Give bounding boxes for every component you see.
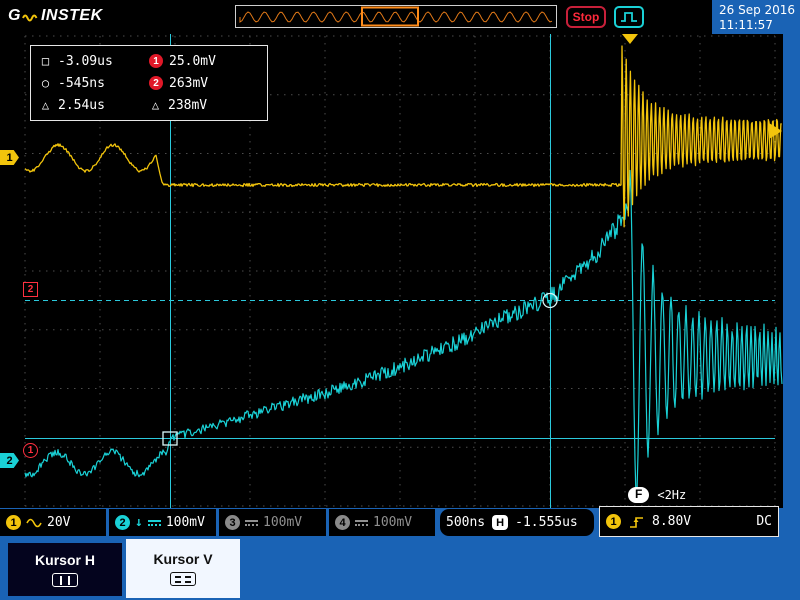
ch1-status[interactable]: 1 20V <box>0 509 106 536</box>
dc-coupling-icon <box>148 520 161 526</box>
cursor-v1-value: 25.0mV <box>169 54 216 69</box>
stop-label: Stop <box>573 10 600 24</box>
trigger-mode-icon <box>614 6 644 28</box>
voltage-cursor2-label: 2 <box>28 284 34 295</box>
run-stop-indicator: Stop <box>566 6 606 28</box>
trigger-source-badge: 1 <box>606 514 621 529</box>
cursor-h1-readout: □ -3.09us <box>39 52 149 70</box>
horizontal-badge: H <box>492 515 508 530</box>
cursor-v2-readout: 2 263mV <box>149 74 259 92</box>
cursor-v1-readout: 1 25.0mV <box>149 52 259 70</box>
trigger-frequency-readout: F <2Hz <box>628 487 686 503</box>
ch1-badge: 1 <box>6 515 21 530</box>
trigger-status[interactable]: 1 8.80V DC <box>599 506 779 537</box>
ch2-scale: 100mV <box>166 515 205 530</box>
brand-letter-g: G <box>8 7 21 25</box>
softkey-kursor-h[interactable]: Kursor H <box>8 543 122 596</box>
cursor1-badge: 1 <box>149 54 163 68</box>
dc-coupling-icon <box>355 520 368 526</box>
delta-icon: △ <box>149 98 162 112</box>
square-cursor-icon: □ <box>39 54 52 68</box>
ch3-scale: 100mV <box>263 515 302 530</box>
cursor-readout-panel: □ -3.09us 1 25.0mV ○ -545ns 2 263mV △ 2.… <box>30 45 268 121</box>
acquisition-memory-preview <box>235 5 557 28</box>
ch2-badge: 2 <box>115 515 130 530</box>
rising-edge-trigger-icon <box>628 514 645 530</box>
v-cursors-icon <box>170 572 196 586</box>
brand-name: INSTEK <box>41 7 103 25</box>
dc-coupling-icon <box>245 520 258 526</box>
circle-cursor-icon: ○ <box>39 76 52 90</box>
ac-coupling-icon <box>26 518 42 528</box>
voltage-cursor1-label: 1 <box>28 445 34 456</box>
pulse-icon <box>619 10 639 24</box>
ch3-status[interactable]: 3 100mV <box>219 509 326 536</box>
softkey-kursor-v[interactable]: Kursor V <box>126 539 240 598</box>
horizontal-offset: -1.555us <box>515 515 578 530</box>
ch2-status[interactable]: 2 ↓ 100mV <box>109 509 216 536</box>
top-status-bar: G INSTEK Stop <box>0 0 712 34</box>
ch1-marker-label: 1 <box>6 152 12 164</box>
cursor2-badge: 2 <box>149 76 163 90</box>
ch4-status[interactable]: 4 100mV <box>329 509 435 536</box>
scope-display-area: □ -3.09us 1 25.0mV ○ -545ns 2 263mV △ 2.… <box>0 34 783 508</box>
kursor-h-label: Kursor H <box>35 552 95 568</box>
trigger-level: 8.80V <box>652 514 691 529</box>
time-text: 11:11:57 <box>719 18 800 33</box>
timebase-scale: 500ns <box>446 515 485 530</box>
ch1-scale: 20V <box>47 515 70 530</box>
brand-wave-icon <box>22 12 40 24</box>
voltage-cursor2-marker[interactable]: 2 <box>23 282 38 297</box>
cursor-delta-time-readout: △ 2.54us <box>39 96 149 114</box>
cursor-h2-value: -545ns <box>58 76 105 91</box>
cursor-v2-value: 263mV <box>169 76 208 91</box>
trigger-coupling: DC <box>756 514 772 529</box>
ch2-marker-label: 2 <box>6 455 12 467</box>
kursor-v-label: Kursor V <box>153 551 212 567</box>
softkey-menu-bar: Kursor H Kursor V <box>0 537 800 600</box>
cursor-delta-volt-readout: △ 238mV <box>149 96 259 114</box>
voltage-cursor1-marker[interactable]: 1 <box>23 443 38 458</box>
invert-arrow-icon: ↓ <box>135 515 143 530</box>
timebase-status[interactable]: 500ns H -1.555us <box>440 509 594 536</box>
cursor-h2-readout: ○ -545ns <box>39 74 149 92</box>
cursor-delta-volt-value: 238mV <box>168 98 207 113</box>
ch3-badge: 3 <box>225 515 240 530</box>
brand-logo: G INSTEK <box>8 7 103 25</box>
datetime-display: 26 Sep 2016 11:11:57 <box>712 0 800 36</box>
h-cursors-icon <box>52 573 78 587</box>
ch4-badge: 4 <box>335 515 350 530</box>
frequency-value: <2Hz <box>657 488 686 502</box>
cursor-delta-time-value: 2.54us <box>58 98 105 113</box>
date-text: 26 Sep 2016 <box>719 3 800 18</box>
ch4-scale: 100mV <box>373 515 412 530</box>
delta-icon: △ <box>39 98 52 112</box>
cursor-h1-value: -3.09us <box>58 54 113 69</box>
memory-preview-waveform-icon <box>236 6 556 27</box>
frequency-badge: F <box>628 487 649 503</box>
